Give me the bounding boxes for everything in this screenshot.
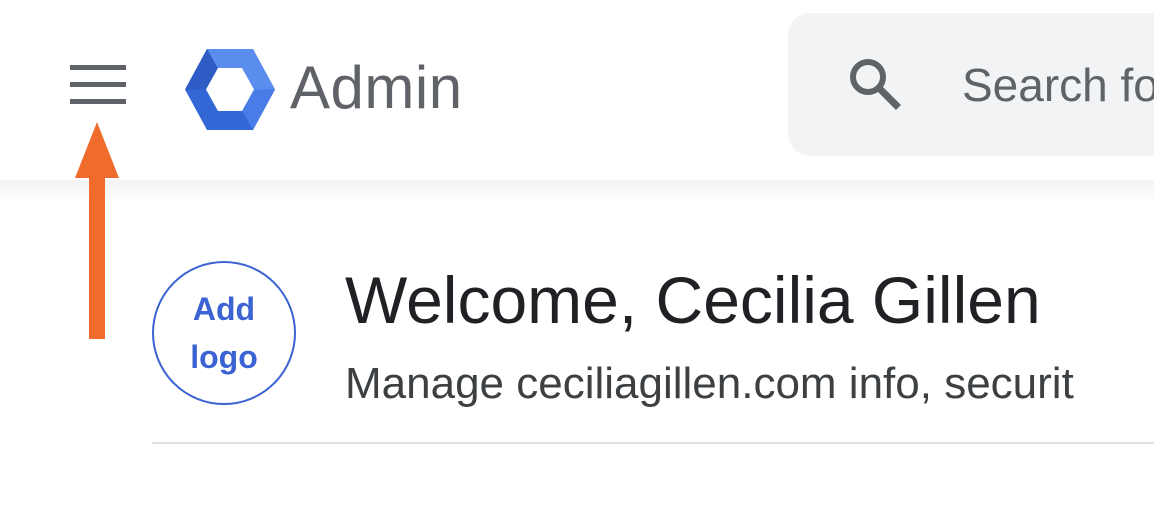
header-shadow (0, 180, 1154, 202)
menu-icon (70, 65, 126, 104)
welcome-subtitle: Manage ceciliagillen.com info, securit (345, 359, 1074, 408)
top-app-bar: Admin (0, 0, 1154, 180)
search-icon (850, 59, 901, 110)
add-logo-label-line2: logo (190, 339, 258, 375)
section-divider (152, 442, 1154, 444)
main-menu-button[interactable] (62, 57, 134, 117)
app-title: Admin (290, 54, 463, 121)
up-arrow-icon (75, 122, 119, 339)
admin-logo-icon[interactable] (185, 49, 275, 130)
welcome-heading: Welcome, Cecilia Gillen (345, 263, 1041, 337)
search-input[interactable] (962, 57, 1154, 113)
search-bar[interactable] (788, 13, 1154, 156)
add-logo-label-line1: Add (192, 291, 256, 327)
add-logo-button[interactable]: Add logo (152, 261, 296, 405)
